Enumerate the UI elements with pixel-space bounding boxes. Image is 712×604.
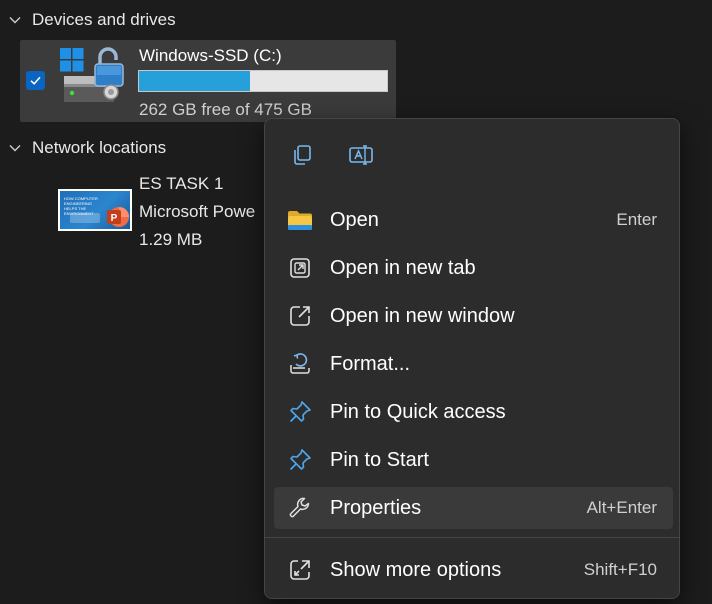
open-new-window-icon [286,302,314,330]
menu-divider [265,537,679,538]
menu-item-label: Open [330,208,379,231]
menu-item-open-in-new-window[interactable]: Open in new window [274,295,673,337]
menu-item-label: Format... [330,352,411,375]
devices-and-drives-header[interactable]: Devices and drives [8,7,176,33]
chevron-down-icon[interactable] [8,141,22,155]
menu-item-label: Open in new tab [330,256,476,279]
selection-checkbox[interactable] [26,71,45,90]
rename-icon[interactable] [343,137,379,173]
checkmark-icon [30,76,41,85]
menu-item-label: Properties [330,496,422,519]
menu-item-pin-to-quick-access[interactable]: Pin to Quick access [274,391,673,433]
menu-item-label: Pin to Quick access [330,400,506,423]
menu-item-label: Show more options [330,558,502,581]
drive-tile-c[interactable]: Windows-SSD (C:) 262 GB free of 475 GB [20,40,396,122]
file-thumbnail[interactable]: HOW COMPUTER ENGINEERING HELPS THE ENVIR… [58,189,132,231]
file-type: Microsoft Powe [139,202,256,221]
menu-item-open-in-new-tab[interactable]: Open in new tab [274,247,673,289]
drive-usage-fill [139,71,251,91]
menu-item-pin-to-start[interactable]: Pin to Start [274,439,673,481]
pin-icon [286,398,314,426]
drive-free-space: 262 GB free of 475 GB [139,100,312,119]
menu-item-shortcut: Shift+F10 [583,560,657,579]
folder-icon [286,206,314,234]
thumbnail-decoration [70,213,100,223]
pin-icon [286,446,314,474]
format-icon [286,350,314,378]
menu-item-open[interactable]: Open Enter [274,199,673,241]
wrench-icon [286,494,314,522]
file-name: ES TASK 1 [139,174,224,193]
drive-name: Windows-SSD (C:) [139,46,282,65]
menu-item-label: Open in new window [330,304,515,327]
menu-item-shortcut: Alt+Enter [586,498,657,517]
chevron-down-icon[interactable] [8,13,22,27]
context-menu: Open Enter Open in new tab Open in new w… [264,118,680,599]
menu-item-properties[interactable]: Properties Alt+Enter [274,487,673,529]
menu-item-format[interactable]: Format... [274,343,673,385]
file-size: 1.29 MB [139,230,203,249]
drive-usage-bar [138,70,388,92]
section-label: Network locations [32,138,167,157]
drive-bitlocker-icon [58,46,134,106]
open-new-tab-icon [286,254,314,282]
file-explorer-view: Devices and drives Windows-SSD (C:) 262 … [0,0,712,604]
menu-item-shortcut: Enter [616,210,657,229]
menu-item-label: Pin to Start [330,448,429,471]
powerpoint-icon: P [106,205,130,229]
show-more-icon [286,556,314,584]
menu-item-show-more-options[interactable]: Show more options Shift+F10 [274,549,673,591]
svg-text:P: P [111,213,118,224]
network-locations-header[interactable]: Network locations [8,135,166,161]
section-label: Devices and drives [32,10,176,29]
copy-icon[interactable] [284,137,320,173]
